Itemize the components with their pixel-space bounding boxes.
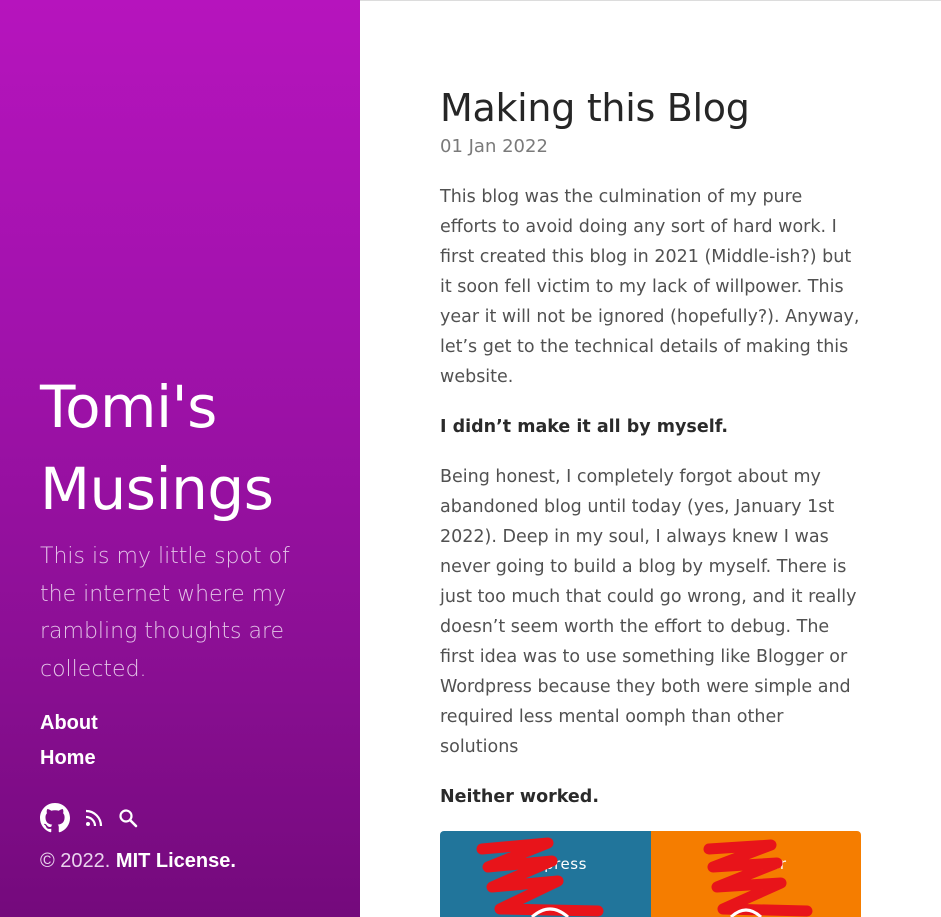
nav-link-about[interactable]: About [40, 712, 98, 734]
post-figure: Wordpress Blogger [440, 831, 861, 917]
post-paragraph: Being honest, I completely forgot about … [440, 467, 857, 757]
copyright: © 2022. MIT License. [40, 850, 236, 873]
top-divider [360, 0, 941, 1]
nav-item-home: Home [40, 743, 98, 778]
site-title-line-1[interactable]: Tomi's [40, 373, 217, 441]
license-link[interactable]: MIT License. [116, 850, 236, 872]
post-paragraph: This blog was the culmination of my pure… [440, 187, 860, 387]
rss-icon[interactable] [84, 808, 104, 828]
github-icon[interactable] [40, 803, 70, 833]
post-body: This blog was the culmination of my pure… [440, 182, 864, 832]
post-emphasis: I didn’t make it all by myself. [440, 417, 729, 437]
social-links [40, 802, 152, 834]
sidebar: Tomi's Musings This is my little spot of… [0, 0, 360, 917]
scribble-icon [476, 837, 604, 917]
site-tagline: This is my little spot of the internet w… [40, 544, 290, 682]
nav-item-about: About [40, 708, 98, 743]
wordpress-panel: Wordpress [440, 831, 651, 917]
site-title[interactable]: Tomi's Musings [40, 366, 340, 530]
post-date: 01 Jan 2022 [440, 136, 548, 157]
blogger-panel: Blogger [650, 831, 861, 917]
search-icon[interactable] [118, 808, 138, 828]
post-emphasis: Neither worked. [440, 787, 599, 807]
copyright-text: © 2022. [40, 850, 111, 872]
nav-link-home[interactable]: Home [40, 747, 96, 769]
site-title-line-2[interactable]: Musings [40, 455, 274, 523]
sidebar-nav: About Home [40, 708, 98, 778]
post-title: Making this Blog [440, 86, 750, 130]
scribble-icon [703, 839, 812, 917]
